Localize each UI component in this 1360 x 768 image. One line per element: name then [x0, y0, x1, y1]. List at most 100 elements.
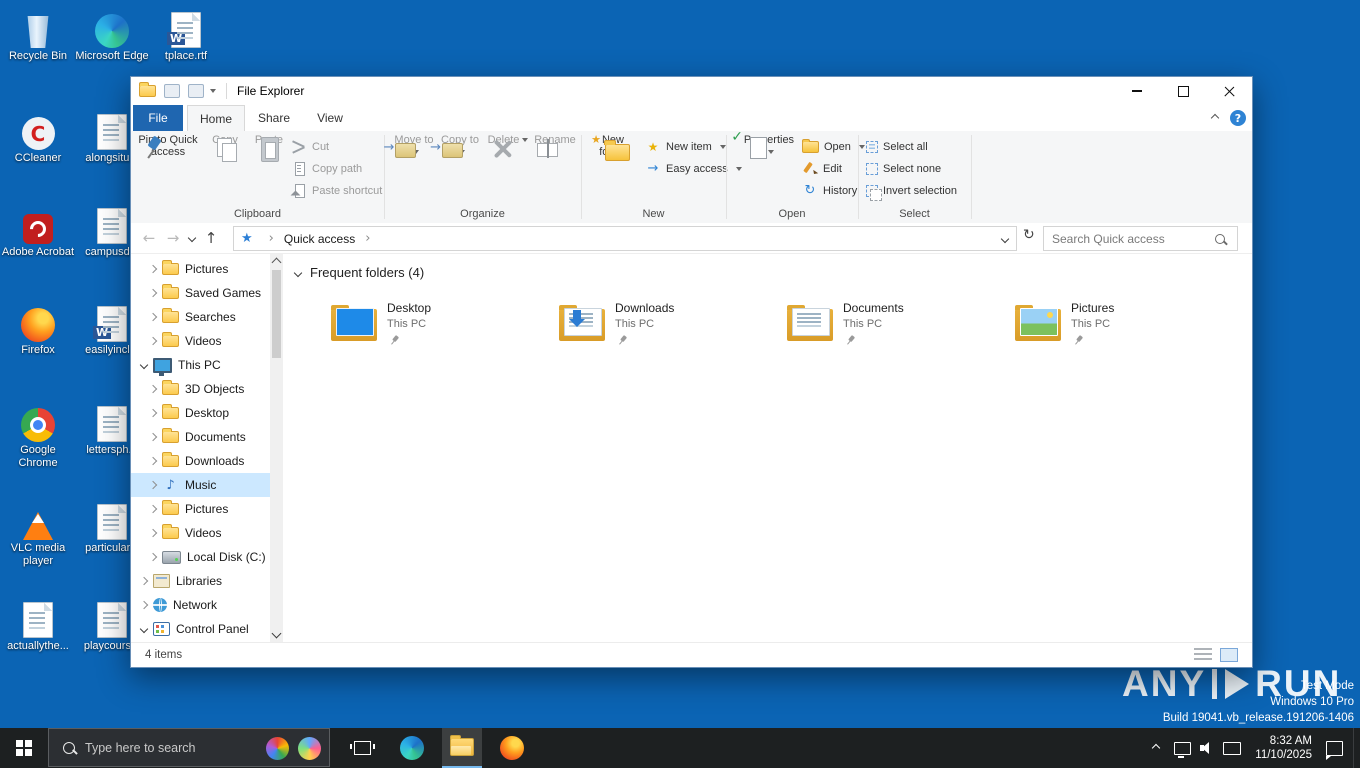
new-item-button[interactable]: ★ New item — [645, 137, 726, 157]
select-none-button[interactable]: Select none — [866, 159, 941, 179]
volume-tray-icon[interactable] — [1196, 728, 1220, 768]
chevron-down-icon[interactable] — [139, 624, 149, 634]
tab-home[interactable]: Home — [187, 105, 245, 132]
folder-tile-downloads[interactable]: Downloads This PC — [559, 299, 774, 355]
history-button[interactable]: ↻ History — [802, 181, 858, 201]
chevron-right-icon[interactable] — [148, 432, 158, 442]
open-button[interactable]: Open — [802, 137, 865, 157]
sidebar-item-documents[interactable]: Documents — [131, 425, 270, 449]
thumbnails-view-button[interactable] — [1220, 648, 1238, 662]
chevron-right-icon[interactable] — [148, 552, 158, 562]
properties-button[interactable]: ✓ Properties — [731, 130, 798, 158]
taskbar-edge-button[interactable] — [392, 728, 432, 768]
folder-tile-documents[interactable]: Documents This PC — [787, 299, 1002, 355]
task-view-button[interactable] — [342, 728, 382, 768]
minimize-button[interactable] — [1114, 77, 1160, 105]
colorful-shortcut-icon-1[interactable] — [266, 737, 289, 760]
tab-file[interactable]: File — [133, 105, 183, 131]
paste-button[interactable]: Paste — [249, 134, 289, 146]
chevron-right-icon[interactable] — [139, 576, 149, 586]
section-collapse-chevron[interactable] — [293, 268, 303, 277]
desktop-icon-vlc[interactable]: VLC media player — [0, 498, 76, 568]
forward-button[interactable]: → — [161, 230, 185, 246]
select-all-button[interactable]: Select all — [866, 137, 928, 157]
chevron-right-icon[interactable] — [148, 528, 158, 538]
sidebar-item-videos-pc[interactable]: Videos — [131, 521, 270, 545]
show-hidden-icons-button[interactable] — [1146, 728, 1166, 768]
title-bar[interactable]: File Explorer — [131, 77, 1252, 105]
help-icon[interactable]: ? — [1230, 110, 1246, 126]
scroll-down-arrow[interactable] — [271, 628, 282, 639]
refresh-icon[interactable]: ↻ — [1023, 228, 1035, 242]
qat-icon-1[interactable] — [164, 84, 180, 98]
desktop-icon-actuallythe[interactable]: actuallythe... — [0, 596, 76, 653]
qat-icon-2[interactable] — [188, 84, 204, 98]
action-center-button[interactable] — [1318, 728, 1350, 768]
sidebar-item-libraries[interactable]: Libraries — [131, 569, 270, 593]
cut-button[interactable]: Cut — [291, 137, 329, 157]
new-folder-button[interactable]: ★ New folder — [587, 134, 639, 158]
desktop-icon-recycle-bin[interactable]: Recycle Bin — [0, 6, 76, 63]
breadcrumb-chevron[interactable]: › — [269, 231, 274, 246]
recent-locations-chevron[interactable] — [187, 233, 197, 243]
copy-button[interactable]: Copy — [205, 134, 245, 146]
taskbar-firefox-button[interactable] — [492, 728, 532, 768]
frequent-folders-header[interactable]: Frequent folders (4) — [293, 265, 424, 280]
chevron-right-icon[interactable] — [148, 504, 158, 514]
rename-button[interactable]: Rename — [532, 134, 578, 146]
scroll-up-arrow[interactable] — [271, 257, 282, 268]
sidebar-item-network[interactable]: Network — [131, 593, 270, 617]
chevron-right-icon[interactable] — [139, 600, 149, 610]
invert-selection-button[interactable]: Invert selection — [866, 181, 957, 201]
details-view-button[interactable] — [1194, 648, 1212, 662]
show-desktop-button[interactable] — [1353, 728, 1360, 768]
sidebar-item-saved-games[interactable]: Saved Games — [131, 281, 270, 305]
start-button[interactable] — [0, 728, 48, 768]
chevron-down-icon[interactable] — [139, 360, 149, 370]
tab-view[interactable]: View — [305, 105, 355, 131]
back-button[interactable]: ← — [137, 230, 161, 246]
chevron-right-icon[interactable] — [148, 384, 158, 394]
desktop-icon-edge[interactable]: Microsoft Edge — [74, 6, 150, 63]
desktop-icon-adobe-acrobat[interactable]: Adobe Acrobat — [0, 202, 76, 259]
taskbar-file-explorer-button[interactable] — [442, 728, 482, 768]
search-icon[interactable] — [1215, 233, 1225, 244]
folder-tile-pictures[interactable]: Pictures This PC — [1015, 299, 1230, 355]
address-bar[interactable]: ★ › Quick access › — [233, 226, 1017, 251]
sidebar-item-music[interactable]: ♪ Music — [131, 473, 270, 497]
chevron-right-icon[interactable] — [148, 288, 158, 298]
sidebar-item-this-pc[interactable]: This PC — [131, 353, 270, 377]
colorful-shortcut-icon-2[interactable] — [298, 737, 321, 760]
sidebar-item-downloads[interactable]: Downloads — [131, 449, 270, 473]
desktop-icon-ccleaner[interactable]: C CCleaner — [0, 108, 76, 165]
address-dropdown-chevron[interactable] — [1000, 234, 1010, 243]
sidebar-item-control-panel[interactable]: Control Panel — [131, 617, 270, 641]
breadcrumb[interactable]: Quick access — [284, 232, 355, 246]
desktop-icon-chrome[interactable]: Google Chrome — [0, 400, 76, 470]
sidebar-item-local-disk-c[interactable]: Local Disk (C:) — [131, 545, 270, 569]
up-button[interactable]: ↑ — [199, 230, 223, 246]
minimize-ribbon-chevron[interactable] — [1210, 113, 1220, 123]
copy-path-button[interactable]: Copy path — [291, 159, 362, 179]
chevron-right-icon[interactable] — [148, 264, 158, 274]
sidebar-item-3d-objects[interactable]: 3D Objects — [131, 377, 270, 401]
tab-share[interactable]: Share — [247, 105, 301, 131]
chevron-right-icon[interactable] — [148, 336, 158, 346]
chevron-right-icon[interactable] — [148, 408, 158, 418]
sidebar-item-desktop[interactable]: Desktop — [131, 401, 270, 425]
taskbar-clock[interactable]: 8:32 AM 11/10/2025 — [1240, 734, 1312, 762]
search-box[interactable]: Search Quick access — [1043, 226, 1238, 251]
maximize-button[interactable] — [1160, 77, 1206, 105]
folder-tile-desktop[interactable]: Desktop This PC — [331, 299, 546, 355]
copy-to-button[interactable]: → Copy to — [430, 134, 482, 158]
chevron-right-icon[interactable] — [148, 456, 158, 466]
delete-button[interactable]: Delete — [486, 134, 530, 146]
edit-button[interactable]: Edit — [802, 159, 842, 179]
chevron-right-icon[interactable] — [148, 312, 158, 322]
chevron-right-icon[interactable] — [148, 480, 158, 490]
breadcrumb-chevron[interactable]: › — [365, 231, 370, 246]
paste-shortcut-button[interactable]: Paste shortcut — [291, 181, 382, 201]
pin-to-quick-access-button[interactable]: Pin to Quick access — [135, 134, 201, 158]
sidebar-item-videos[interactable]: Videos — [131, 329, 270, 353]
qat-customize-chevron[interactable] — [210, 89, 216, 93]
